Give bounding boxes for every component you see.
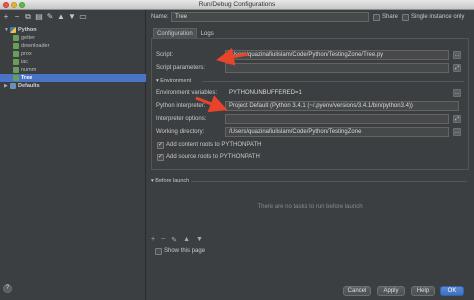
browse-script-button[interactable]: … bbox=[453, 51, 461, 59]
add-source-roots-checkbox[interactable] bbox=[157, 153, 164, 161]
window-title: Run/Debug Configurations bbox=[198, 1, 276, 8]
single-instance-label: Single instance only bbox=[411, 14, 465, 20]
copy-icon[interactable]: ⧉ bbox=[24, 13, 32, 21]
configuration-detail-panel: Name: Tree Share Single instance only Co… bbox=[147, 10, 474, 300]
help-button[interactable]: Help bbox=[411, 286, 435, 296]
edit-task-icon[interactable]: ✎ bbox=[171, 236, 177, 244]
name-input[interactable]: Tree bbox=[171, 12, 369, 22]
add-icon[interactable]: + bbox=[2, 13, 10, 21]
python-run-config-icon bbox=[13, 35, 19, 41]
folder-icon[interactable]: ▭ bbox=[79, 13, 87, 21]
expand-parameters-button[interactable]: ⤢ bbox=[453, 64, 461, 72]
python-run-config-icon bbox=[13, 51, 19, 57]
configuration-tree: ▼ Python getter downloader prox iac numm… bbox=[0, 26, 146, 90]
move-task-up-icon[interactable]: ▲ bbox=[183, 236, 190, 244]
defaults-icon bbox=[10, 83, 16, 89]
share-checkbox[interactable] bbox=[373, 14, 380, 21]
add-task-icon[interactable]: + bbox=[151, 236, 155, 244]
python-run-config-icon bbox=[13, 67, 19, 73]
single-instance-checkbox[interactable] bbox=[402, 14, 409, 21]
configuration-form: Script: /Users/quazinafiulislam/Code/Pyt… bbox=[151, 38, 469, 170]
remove-task-icon[interactable]: − bbox=[161, 236, 165, 244]
expand-interpreter-options-button[interactable]: ⤢ bbox=[453, 115, 461, 123]
working-directory-input[interactable]: /Users/quazinafiulislam/Code/Python/Test… bbox=[225, 127, 449, 137]
script-parameters-label: Script parameters: bbox=[156, 65, 206, 71]
tree-item[interactable]: numm bbox=[4, 66, 146, 74]
python-interpreter-select[interactable]: Project Default (Python 3.4.1 (~/.pyenv/… bbox=[225, 101, 459, 111]
browse-working-directory-button[interactable]: … bbox=[453, 128, 461, 136]
working-directory-label: Working directory: bbox=[156, 129, 205, 135]
edit-environment-button[interactable]: … bbox=[453, 89, 461, 97]
add-source-roots-label: Add source roots to PYTHONPATH bbox=[166, 154, 260, 160]
add-content-roots-label: Add content roots to PYTHONPATH bbox=[166, 142, 262, 148]
python-interpreter-label: Python interpreter: bbox=[156, 103, 206, 109]
move-task-down-icon[interactable]: ▼ bbox=[196, 236, 203, 244]
configuration-tree-panel: + − ⧉ ▤ ✎ ▲ ▼ ▭ ▼ Python getter download… bbox=[0, 10, 146, 300]
tree-item[interactable]: prox bbox=[4, 50, 146, 58]
python-icon bbox=[10, 27, 16, 33]
tree-item-selected[interactable]: Tree bbox=[0, 74, 146, 82]
interpreter-options-label: Interpreter options: bbox=[156, 116, 207, 122]
tree-item[interactable]: downloader bbox=[4, 42, 146, 50]
environment-divider bbox=[202, 81, 464, 82]
script-label: Script: bbox=[156, 52, 174, 58]
ok-button[interactable]: OK bbox=[440, 286, 464, 296]
wrench-icon[interactable]: ✎ bbox=[46, 13, 54, 21]
environment-variables-label: Environment variables: bbox=[156, 90, 218, 96]
tree-node-defaults[interactable]: ▶ Defaults bbox=[4, 82, 146, 90]
tree-item[interactable]: getter bbox=[4, 34, 146, 42]
tree-node-python[interactable]: ▼ Python bbox=[4, 26, 146, 34]
environment-variables-value[interactable]: PYTHONUNBUFFERED=1 bbox=[225, 88, 449, 98]
move-up-icon[interactable]: ▲ bbox=[57, 13, 65, 21]
environment-section-header[interactable]: ▾ Environment bbox=[156, 78, 191, 84]
before-launch-divider bbox=[191, 181, 467, 182]
tree-toolbar: + − ⧉ ▤ ✎ ▲ ▼ ▭ bbox=[2, 13, 87, 23]
share-label: Share bbox=[382, 14, 399, 20]
before-launch-empty-text: There are no tasks to run before launch bbox=[257, 204, 363, 210]
window-titlebar: Run/Debug Configurations bbox=[0, 0, 474, 10]
before-launch-header[interactable]: ▾ Before launch bbox=[151, 178, 189, 184]
move-down-icon[interactable]: ▼ bbox=[68, 13, 76, 21]
python-run-config-icon bbox=[13, 59, 19, 65]
cancel-button[interactable]: Cancel bbox=[343, 286, 371, 296]
remove-icon[interactable]: − bbox=[13, 13, 21, 21]
name-label: Name: bbox=[151, 14, 169, 20]
before-launch-toolbar: + − ✎ ▲ ▼ bbox=[151, 236, 203, 244]
save-icon[interactable]: ▤ bbox=[35, 13, 43, 21]
show-this-page-label: Show this page bbox=[164, 248, 206, 254]
tree-item[interactable]: iac bbox=[4, 58, 146, 66]
interpreter-options-input[interactable] bbox=[225, 114, 449, 124]
script-parameters-input[interactable] bbox=[225, 63, 449, 73]
help-question-button[interactable]: ? bbox=[3, 284, 12, 293]
apply-button[interactable]: Apply bbox=[377, 286, 405, 296]
python-run-config-icon bbox=[13, 75, 19, 81]
script-input[interactable]: /Users/quazinafiulislam/Code/Python/Test… bbox=[225, 50, 449, 60]
show-this-page-checkbox[interactable] bbox=[155, 248, 162, 255]
python-run-config-icon bbox=[13, 43, 19, 49]
add-content-roots-checkbox[interactable] bbox=[157, 141, 164, 149]
